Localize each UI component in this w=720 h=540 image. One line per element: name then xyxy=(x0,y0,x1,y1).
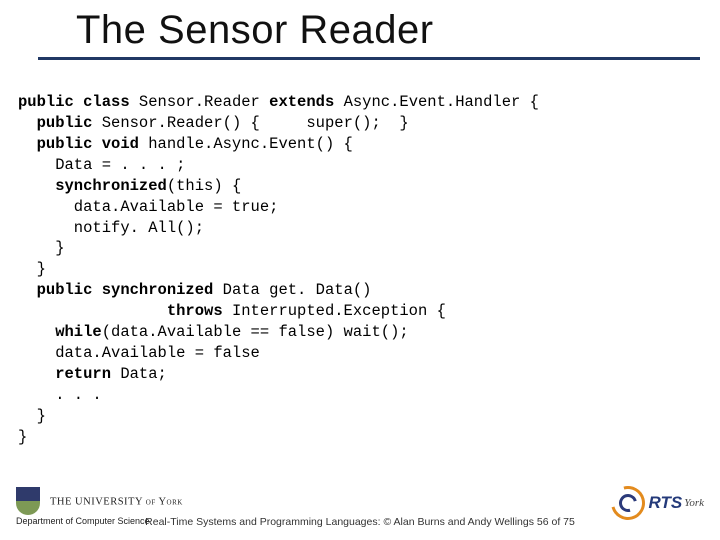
code-text: } xyxy=(18,407,46,425)
code-kw: throws xyxy=(18,302,223,320)
code-text: notify. All(); xyxy=(18,219,204,237)
code-text: Sensor.Reader xyxy=(130,93,270,111)
title-bar: The Sensor Reader xyxy=(38,8,700,60)
code-kw: while xyxy=(18,323,102,341)
swirl-icon xyxy=(604,480,650,526)
slide-title: The Sensor Reader xyxy=(76,8,700,53)
code-text: . . . xyxy=(18,386,102,404)
slide: The Sensor Reader public class Sensor.Re… xyxy=(0,0,720,540)
code-kw: public void xyxy=(18,135,139,153)
code-text: Data get. Data() xyxy=(213,281,371,299)
rts-text: RTS xyxy=(649,493,683,513)
code-text: Sensor.Reader() { super(); } xyxy=(92,114,408,132)
rts-logo: RTS York xyxy=(611,486,704,520)
code-text: (data.Available == false) wait(); xyxy=(102,323,409,341)
code-text: data.Available = true; xyxy=(18,198,278,216)
code-text: Async.Event.Handler { xyxy=(334,93,539,111)
code-text: } xyxy=(18,239,65,257)
code-text: Data; xyxy=(111,365,167,383)
shield-icon xyxy=(16,487,40,515)
code-text: handle.Async.Event() { xyxy=(139,135,353,153)
code-kw: public xyxy=(18,114,92,132)
code-kw: return xyxy=(18,365,111,383)
code-kw: public class xyxy=(18,93,130,111)
code-text: } xyxy=(18,260,46,278)
university-name: THE UNIVERSITY of York xyxy=(50,497,183,508)
code-kw: synchronized xyxy=(18,177,167,195)
code-block: public class Sensor.Reader extends Async… xyxy=(18,92,706,448)
rts-subtext: York xyxy=(684,497,704,509)
code-text: Interrupted.Exception { xyxy=(223,302,446,320)
code-text: (this) { xyxy=(167,177,241,195)
code-text: data.Available = false xyxy=(18,344,260,362)
code-kw: public synchronized xyxy=(18,281,213,299)
code-text: Data = . . . ; xyxy=(18,156,185,174)
footer: THE UNIVERSITY of York Department of Com… xyxy=(0,484,720,532)
code-text: } xyxy=(18,428,27,446)
code-kw: extends xyxy=(269,93,334,111)
